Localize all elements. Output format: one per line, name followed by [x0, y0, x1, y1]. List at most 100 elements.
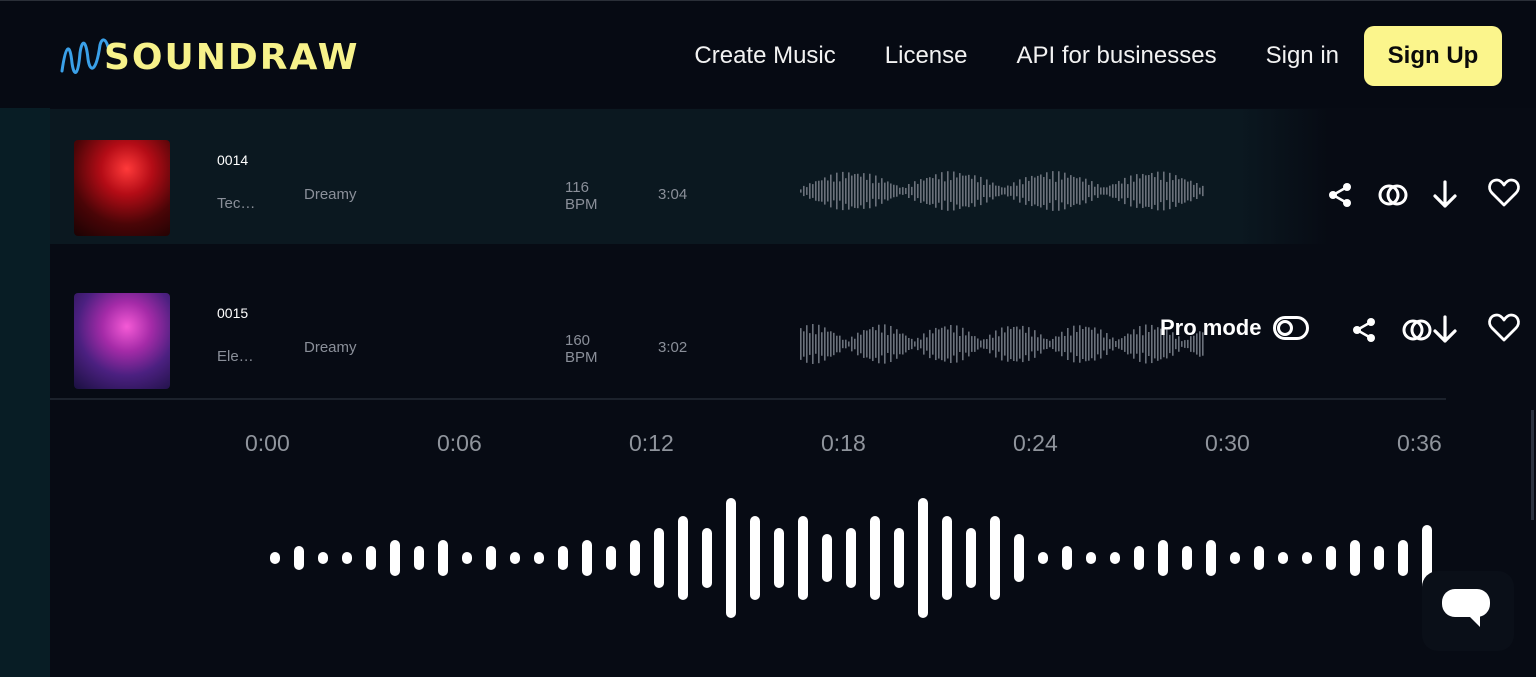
mini-waveform-bar	[824, 327, 826, 361]
nav-sign-in[interactable]: Sign in	[1266, 42, 1339, 70]
mini-waveform-bar	[833, 332, 835, 356]
share-icon[interactable]	[1347, 313, 1381, 347]
mini-waveform-bar	[1181, 178, 1183, 204]
mini-waveform-bar	[848, 341, 850, 347]
mini-waveform-bar	[806, 325, 808, 363]
mini-waveform-bar	[1055, 181, 1057, 201]
mini-waveform-bar	[1157, 171, 1159, 211]
mini-waveform-bar	[836, 172, 838, 210]
share-icon[interactable]	[1323, 178, 1357, 212]
mini-waveform-bar	[935, 327, 937, 361]
waveform-bar	[1302, 552, 1312, 564]
nav-api-for-businesses[interactable]: API for businesses	[1017, 42, 1217, 70]
track-bpm: 160 BPM	[565, 332, 598, 366]
waveform-bar	[270, 552, 280, 564]
mini-waveform-bar	[1184, 179, 1186, 203]
chat-icon	[1442, 589, 1490, 617]
mini-waveform-bar	[992, 337, 994, 351]
waveform-bar	[990, 516, 1000, 600]
mini-waveform-bar	[821, 180, 823, 202]
mini-waveform-bar	[1070, 335, 1072, 353]
waveform-bar	[1254, 546, 1264, 570]
mini-waveform-bar	[917, 337, 919, 351]
mini-waveform-bar	[872, 326, 874, 362]
waveform-bar	[606, 546, 616, 570]
mini-waveform-bar	[956, 177, 958, 205]
waveform-bar	[582, 540, 592, 576]
mini-waveform-bar	[1025, 177, 1027, 205]
mini-waveform-bar	[1043, 338, 1045, 350]
chat-button[interactable]	[1422, 571, 1514, 651]
mini-waveform-bar	[1103, 337, 1105, 351]
left-sidebar-strip	[0, 108, 50, 677]
mini-waveform-bar	[863, 173, 865, 209]
mini-waveform-bar	[1040, 334, 1042, 354]
timeline-label: 0:00	[245, 430, 290, 456]
mini-waveform-bar	[902, 333, 904, 355]
mini-waveform-bar	[1127, 184, 1129, 198]
mini-waveform-bar	[1091, 329, 1093, 359]
mini-waveform-bar	[1019, 329, 1021, 359]
mini-waveform-bar	[1052, 171, 1054, 211]
mini-waveform-bar	[1037, 175, 1039, 207]
track-waveform[interactable]	[800, 169, 1210, 213]
bpm-unit: BPM	[565, 349, 598, 366]
download-icon[interactable]	[1428, 313, 1462, 347]
waveform-bar	[1134, 546, 1144, 570]
mini-waveform-bar	[1043, 177, 1045, 205]
mini-waveform-bar	[1190, 180, 1192, 202]
mini-waveform-bar	[962, 327, 964, 361]
track-waveform[interactable]	[800, 322, 1210, 366]
waveform-bar	[942, 516, 952, 600]
scrollbar-thumb[interactable]	[1531, 410, 1534, 520]
mini-waveform-bar	[833, 181, 835, 201]
soundraw-logo[interactable]: SOUNDRAW	[58, 31, 359, 83]
nav-create-music[interactable]: Create Music	[694, 42, 835, 70]
mini-waveform-bar	[821, 332, 823, 356]
mini-waveform-bar	[1154, 329, 1156, 359]
track-row[interactable]: 0014 Tec… Dreamy 116 BPM 3:04	[50, 109, 1536, 244]
mini-waveform-bar	[860, 176, 862, 206]
mini-waveform-bar	[1193, 184, 1195, 198]
mini-waveform-bar	[953, 332, 955, 356]
track-mood: Dreamy	[304, 186, 357, 203]
nav-license[interactable]: License	[885, 42, 968, 70]
mini-waveform-bar	[884, 182, 886, 200]
mini-waveform-bar	[905, 187, 907, 195]
mini-waveform-bar	[1151, 324, 1153, 364]
pro-mode-control[interactable]: Pro mode	[1160, 315, 1310, 341]
waveform-bar	[1158, 540, 1168, 576]
mini-waveform-bar	[1100, 187, 1102, 195]
heart-icon[interactable]	[1487, 311, 1521, 345]
mini-waveform-bar	[920, 339, 922, 349]
mini-waveform-bar	[893, 184, 895, 198]
mini-waveform-bar	[1049, 179, 1051, 203]
mini-waveform-bar	[926, 337, 928, 351]
sign-up-button[interactable]: Sign Up	[1364, 26, 1502, 86]
track-row[interactable]: 0015 Ele… Dreamy 160 BPM 3:02	[50, 262, 1536, 397]
link-icon[interactable]	[1376, 178, 1410, 212]
mini-waveform-bar	[1001, 327, 1003, 361]
mini-waveform-bar	[1112, 184, 1114, 198]
mini-waveform-bar	[830, 331, 832, 357]
mini-waveform-bar	[1094, 327, 1096, 361]
mini-waveform-bar	[944, 181, 946, 201]
mini-waveform-bar	[992, 182, 994, 200]
waveform-bar	[294, 546, 304, 570]
mini-waveform-bar	[1091, 181, 1093, 201]
mini-waveform-bar	[1004, 187, 1006, 195]
waveform-bar	[1182, 546, 1192, 570]
mini-waveform-bar	[938, 179, 940, 203]
mini-waveform-bar	[887, 181, 889, 201]
mini-waveform-bar	[1007, 185, 1009, 197]
mini-waveform-bar	[899, 333, 901, 355]
heart-icon[interactable]	[1487, 176, 1521, 210]
main-waveform[interactable]	[262, 488, 1440, 628]
mini-waveform-bar	[890, 325, 892, 363]
mini-waveform-bar	[827, 180, 829, 202]
download-icon[interactable]	[1428, 178, 1462, 212]
pro-mode-toggle[interactable]	[1273, 316, 1310, 340]
mini-waveform-bar	[806, 187, 808, 195]
mini-waveform-bar	[1088, 184, 1090, 198]
mini-waveform-bar	[971, 336, 973, 352]
